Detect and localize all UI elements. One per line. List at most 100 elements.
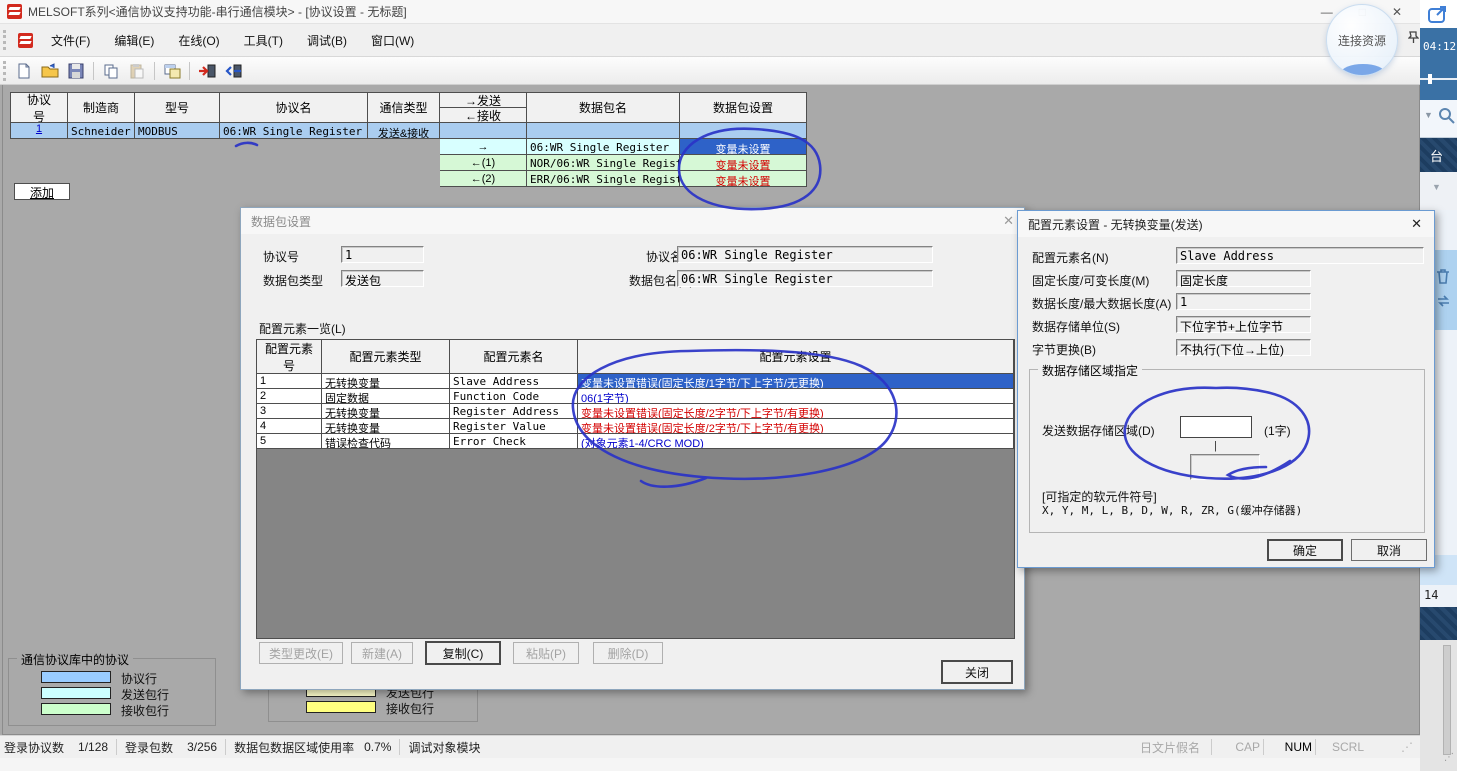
close-icon[interactable]: ✕ <box>1411 216 1422 232</box>
element-row-no[interactable]: 4 <box>257 419 322 434</box>
slider-knob[interactable] <box>1428 74 1432 84</box>
data-length-field[interactable]: 1 <box>1176 293 1311 310</box>
element-name-label: 配置元素名(N) <box>1032 249 1109 266</box>
packet-name-field[interactable]: 06:WR Single Register <box>677 270 933 287</box>
resize-grip-icon[interactable]: ⋰ <box>1401 740 1412 754</box>
element-row-setting-link[interactable]: 06(1字节) <box>578 389 1014 404</box>
background-app-blue-panel: 04:12 ▼ <box>1420 28 1457 138</box>
chevron-down-icon[interactable]: ▼ <box>1424 110 1433 120</box>
paste-button[interactable]: 粘贴(P) <box>513 642 579 664</box>
col-header-element-name: 配置元素名 <box>450 340 578 374</box>
element-row-setting-error[interactable]: 变量未设置错误(固定长度/2字节/下上字节/有更换) <box>578 404 1014 419</box>
write-to-module-icon[interactable] <box>195 60 219 82</box>
element-list-table: 配置元素 号 配置元素类型 配置元素名 配置元素设置 1 无转换变量 Slave… <box>256 339 1015 639</box>
melsoft-screen: { "titlebar": { "title": "MELSOFT系列<通信协议… <box>0 0 1457 771</box>
packet-row-name[interactable]: ERR/06:WR Single Register <box>527 171 680 187</box>
share-icon[interactable] <box>1428 4 1450 24</box>
storage-unit-field[interactable]: 下位字节+上位字节 <box>1176 316 1311 333</box>
protocol-no-field[interactable]: 1 <box>341 246 424 263</box>
new-button[interactable]: 新建(A) <box>351 642 413 664</box>
toolbar-grip <box>3 61 6 81</box>
copy-button[interactable]: 复制(C) <box>425 641 501 665</box>
slider-track[interactable] <box>1420 78 1457 80</box>
packet-row-dir[interactable]: ←(1) <box>440 155 527 171</box>
change-type-button[interactable]: 类型更改(E) <box>259 642 343 664</box>
element-row-name[interactable]: Register Address <box>450 404 578 419</box>
ok-button[interactable]: 确定 <box>1267 539 1343 561</box>
close-button[interactable]: ✕ <box>1392 5 1402 19</box>
cancel-button[interactable]: 取消 <box>1351 539 1427 561</box>
menu-online[interactable]: 在线(O) <box>166 28 231 53</box>
protocol-row-comm-type[interactable]: 发送&接收 <box>368 123 440 139</box>
paste-icon[interactable] <box>125 60 149 82</box>
send-storage-area-input[interactable] <box>1180 416 1252 438</box>
element-row-name[interactable]: Function Code <box>450 389 578 404</box>
protocol-row-packet-name-cell[interactable] <box>527 123 680 139</box>
element-name-field[interactable]: Slave Address <box>1176 247 1424 264</box>
menu-window[interactable]: 窗口(W) <box>359 28 426 53</box>
element-row-type[interactable]: 无转换变量 <box>322 404 450 419</box>
search-icon[interactable] <box>1438 107 1455 124</box>
element-row-type[interactable]: 固定数据 <box>322 389 450 404</box>
duplicate-window-icon[interactable] <box>160 60 184 82</box>
packet-row-name[interactable]: 06:WR Single Register <box>527 139 680 155</box>
protocol-row-no[interactable]: 1 <box>10 123 68 139</box>
packet-row-setting[interactable]: 变量未设置 <box>680 155 807 171</box>
protocol-row-name[interactable]: 06:WR Single Register <box>220 123 368 139</box>
status-label: 调试对象模块 <box>408 739 480 756</box>
element-row-name[interactable]: Register Value <box>450 419 578 434</box>
close-dialog-button[interactable]: 关闭 <box>941 660 1013 684</box>
trash-icon[interactable] <box>1436 268 1450 284</box>
copy-icon[interactable] <box>99 60 123 82</box>
element-row-setting-link[interactable]: (对象元素1-4/CRC MOD) <box>578 434 1014 449</box>
protocol-row-dir-cell[interactable] <box>440 123 527 139</box>
chevron-down-icon[interactable]: ▼ <box>1432 182 1441 192</box>
menu-tools[interactable]: 工具(T) <box>232 28 295 53</box>
packet-row-name[interactable]: NOR/06:WR Single Register <box>527 155 680 171</box>
new-file-icon[interactable] <box>12 60 36 82</box>
close-icon[interactable]: ✕ <box>1003 213 1014 229</box>
byte-swap-field[interactable]: 不执行(下位→上位) <box>1176 339 1311 356</box>
element-row-name[interactable]: Error Check <box>450 434 578 449</box>
protocol-row-packet-setting-cell[interactable] <box>680 123 807 139</box>
element-row-type[interactable]: 无转换变量 <box>322 419 450 434</box>
element-row-no[interactable]: 3 <box>257 404 322 419</box>
save-icon[interactable] <box>64 60 88 82</box>
add-protocol-button[interactable]: 添加 <box>14 183 70 200</box>
protocol-row-model[interactable]: MODBUS <box>135 123 220 139</box>
protocol-row-manufacturer[interactable]: Schneider E <box>68 123 135 139</box>
pin-icon[interactable] <box>1408 31 1419 44</box>
connect-resource-bubble[interactable]: 连接资源 <box>1326 4 1398 76</box>
packet-type-field[interactable]: 发送包 <box>341 270 424 287</box>
packet-row-dir[interactable]: → <box>440 139 527 155</box>
read-from-module-icon[interactable] <box>221 60 245 82</box>
packet-row-setting-selected[interactable]: 变量未设置 <box>680 139 807 155</box>
menu-file[interactable]: 文件(F) <box>39 28 102 53</box>
packet-row-setting[interactable]: 变量未设置 <box>680 171 807 187</box>
element-row-no[interactable]: 2 <box>257 389 322 404</box>
element-row-setting-error[interactable]: 变量未设置错误(固定长度/2字节/下上字节/有更换) <box>578 419 1014 434</box>
element-row-name[interactable]: Slave Address <box>450 374 578 389</box>
repeat-icon[interactable] <box>1436 294 1451 308</box>
delete-button[interactable]: 删除(D) <box>593 642 663 664</box>
element-row-no[interactable]: 5 <box>257 434 322 449</box>
minimize-button[interactable]: — <box>1321 5 1333 19</box>
protocol-name-field[interactable]: 06:WR Single Register <box>677 246 933 263</box>
open-file-icon[interactable] <box>38 60 62 82</box>
menu-debug[interactable]: 调试(B) <box>295 28 359 53</box>
element-row-setting-selected[interactable]: 变量未设置错误(固定长度/1字节/下上字节/无更换) <box>578 374 1014 389</box>
scrollbar[interactable] <box>1443 645 1451 755</box>
secondary-storage-input[interactable] <box>1190 454 1260 480</box>
background-app-station-row[interactable] <box>1420 607 1457 640</box>
legend-swatch-recv-line <box>41 703 111 715</box>
element-row-type[interactable]: 错误检查代码 <box>322 434 450 449</box>
element-row-no[interactable]: 1 <box>257 374 322 389</box>
menu-edit[interactable]: 编辑(E) <box>102 28 166 53</box>
resize-grip-icon[interactable]: ⋰ <box>1444 752 1454 763</box>
col-header-element-setting: 配置元素设置 <box>578 340 1014 374</box>
length-type-field[interactable]: 固定长度 <box>1176 270 1311 287</box>
background-app-station-row[interactable]: 台 <box>1420 138 1457 172</box>
menu-bar: 文件(F) 编辑(E) 在线(O) 工具(T) 调试(B) 窗口(W) <box>0 24 1420 57</box>
element-row-type[interactable]: 无转换变量 <box>322 374 450 389</box>
packet-row-dir[interactable]: ←(2) <box>440 171 527 187</box>
